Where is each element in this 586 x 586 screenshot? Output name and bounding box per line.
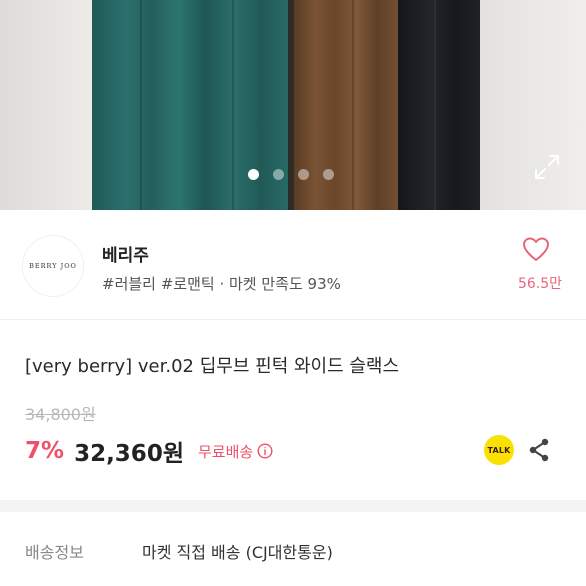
fabric-fold bbox=[232, 0, 234, 210]
carousel-dot[interactable] bbox=[323, 169, 334, 180]
seller-name[interactable]: 베리주 bbox=[102, 241, 149, 266]
black-pants-image bbox=[398, 0, 480, 210]
fabric-fold bbox=[434, 0, 436, 210]
talk-label: TALK bbox=[487, 445, 511, 455]
carousel-dot[interactable] bbox=[273, 169, 284, 180]
image-background-right bbox=[480, 0, 586, 210]
product-title: [very berry] ver.02 딥무브 핀턱 와이드 슬랙스 bbox=[25, 356, 400, 377]
carousel-indicator bbox=[248, 169, 334, 180]
seller-section[interactable]: BERRY JOO 베리주 #러블리 #로맨틱 · 마켓 만족도 93% 56.… bbox=[0, 210, 586, 320]
fabric-fold bbox=[352, 0, 354, 210]
carousel-dot-active[interactable] bbox=[248, 169, 259, 180]
section-divider bbox=[0, 500, 586, 512]
kakao-talk-button[interactable]: TALK bbox=[484, 435, 514, 465]
carousel-dot[interactable] bbox=[298, 169, 309, 180]
heart-icon[interactable] bbox=[522, 236, 550, 262]
original-price: 34,800원 bbox=[25, 405, 96, 424]
share-icon[interactable] bbox=[527, 437, 551, 463]
image-background-left bbox=[0, 0, 92, 210]
info-icon[interactable] bbox=[257, 443, 273, 459]
seller-logo-text: BERRY JOO bbox=[29, 262, 77, 270]
delivery-info-value: 마켓 직접 배송 (CJ대한통운) bbox=[142, 543, 333, 562]
seller-tags: #러블리 #로맨틱 · 마켓 만족도 93% bbox=[102, 275, 341, 293]
product-image-gallery[interactable] bbox=[0, 0, 586, 210]
discount-rate: 7% bbox=[25, 438, 65, 464]
delivery-info-label: 배송정보 bbox=[25, 543, 84, 562]
price-row: 7% 32,360원 무료배송 bbox=[25, 435, 273, 467]
sale-price: 32,360원 bbox=[74, 441, 184, 467]
free-shipping-badge: 무료배송 bbox=[197, 442, 254, 461]
expand-icon[interactable] bbox=[534, 154, 560, 180]
fabric-fold bbox=[140, 0, 142, 210]
like-count: 56.5만 bbox=[517, 276, 562, 292]
seller-logo[interactable]: BERRY JOO bbox=[22, 235, 84, 297]
